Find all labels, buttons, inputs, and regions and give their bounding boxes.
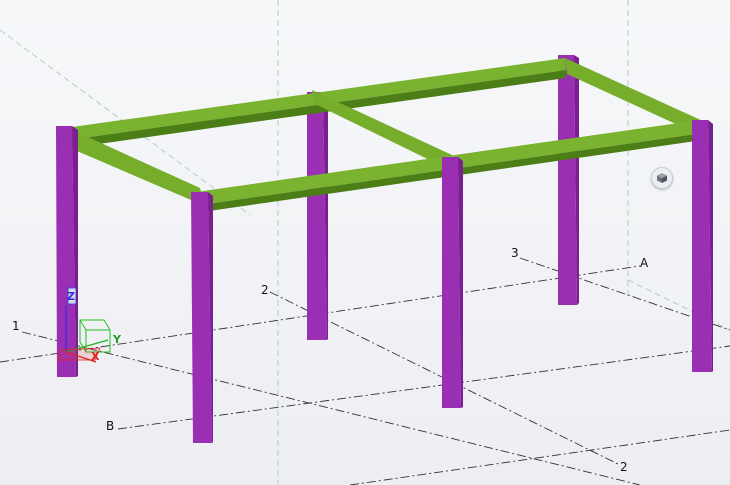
grid-label-b: B xyxy=(106,419,115,433)
gridline-C xyxy=(349,429,730,485)
grid-label-2: 2 xyxy=(261,283,269,297)
grid-label-2-bottom: 2 xyxy=(620,460,628,474)
3d-model-viewport[interactable]: 1 2 3 A B 2 Z Y X xyxy=(0,0,730,485)
axis-label-x: X xyxy=(91,350,100,363)
beams xyxy=(65,58,706,212)
grid-label-a: A xyxy=(640,256,649,270)
grid-lines xyxy=(0,257,730,485)
axis-label-z: Z xyxy=(67,290,75,303)
beam-left-cross xyxy=(68,128,205,206)
grid-label-3: 3 xyxy=(511,246,519,260)
column-front-mid xyxy=(442,157,461,408)
column-back-right xyxy=(558,55,577,305)
gridline-1 xyxy=(21,331,641,485)
axis-label-y: Y xyxy=(113,333,121,346)
construction-lines xyxy=(0,0,730,485)
grid-label-1: 1 xyxy=(12,319,20,333)
model-scene[interactable] xyxy=(0,0,730,485)
view-cube-button[interactable] xyxy=(651,167,673,189)
cube-icon xyxy=(657,173,667,183)
